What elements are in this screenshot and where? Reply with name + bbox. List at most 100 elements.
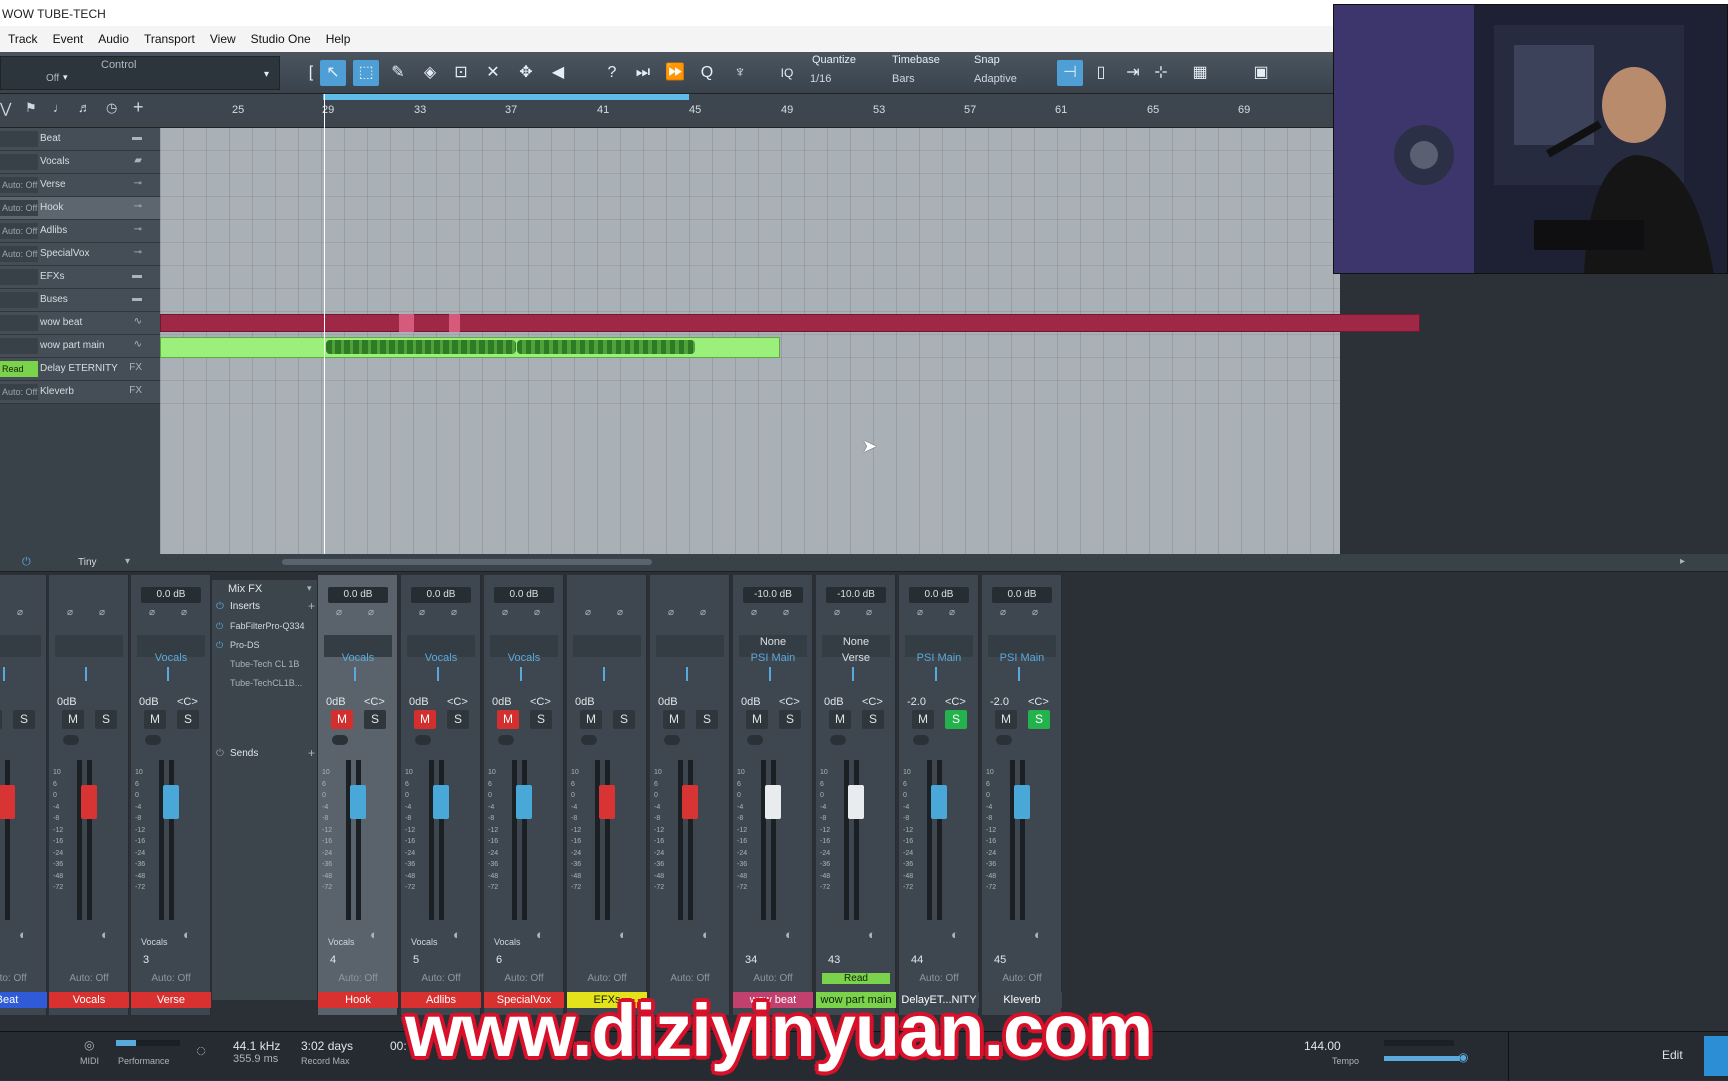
eraser-tool-icon[interactable]: ◈ [417,60,443,86]
automation-mode[interactable]: Auto: Off [733,973,813,984]
input-gain[interactable]: 0.0 dB [494,587,554,603]
solo-button[interactable]: S [447,710,469,729]
phase-icon[interactable]: ⌀ [419,607,425,618]
input-gain[interactable]: 0.0 dB [909,587,969,603]
phase-icon[interactable]: ⌀ [949,607,955,618]
volume-fader[interactable] [0,785,15,819]
window-layout-icon[interactable]: ▣ [1248,60,1274,86]
menu-view[interactable]: View [202,26,243,52]
power-icon[interactable]: ⏻ [216,640,223,651]
track-automation-mode[interactable] [0,131,38,147]
phase-icon[interactable]: ⌀ [99,607,105,618]
solo-button[interactable]: S [177,710,199,729]
insert-slot[interactable]: Tube-TechCL1B... [230,678,302,688]
arrow-tool-icon[interactable]: ↖ [320,60,346,86]
control-box[interactable]: Control Off ▾ ▾ [0,56,280,90]
mute-button[interactable]: M [663,710,685,729]
grid-menu-icon[interactable]: ▦ [1187,60,1213,86]
insert-slot[interactable]: FabFilterPro-Q334 [230,621,305,631]
solo-button[interactable]: S [696,710,718,729]
monitor-toggle[interactable] [664,735,680,745]
volume-fader[interactable] [433,785,449,819]
output-routing[interactable]: Vocals [484,652,564,664]
phase-icon[interactable]: ⌀ [751,607,757,618]
mute-button[interactable]: M [912,710,934,729]
snap-events-icon[interactable]: ▯ [1088,60,1114,86]
volume-fader[interactable] [81,785,97,819]
channel-name[interactable]: Hook [318,992,398,1008]
output-routing[interactable]: Vocals [318,652,398,664]
loop-range[interactable] [323,94,689,100]
output-routing[interactable]: PSI Main [733,652,813,664]
knob-icon[interactable]: ◐ [101,927,109,942]
phase-icon[interactable]: ⌀ [834,607,840,618]
chord-track-icon[interactable]: ♩ [53,100,66,115]
pan-slider[interactable] [437,667,439,681]
volume-readout[interactable]: -2.0 [907,696,926,708]
track-specialvox[interactable]: Auto: Off SpecialVox ⊸ [0,243,160,266]
automation-mode[interactable]: Auto: Off [401,973,481,984]
quantize-select[interactable]: 1/16 [810,73,831,85]
phase-icon[interactable]: ⌀ [668,607,674,618]
track-automation-mode[interactable]: Auto: Off [0,177,38,193]
pan-slider[interactable] [852,667,854,681]
mute-button[interactable]: M [0,710,2,729]
pan-slider[interactable] [354,667,356,681]
mute-button[interactable]: M [497,710,519,729]
track-vocals[interactable]: Vocals ▰ [0,151,160,174]
phase-icon[interactable]: ⌀ [502,607,508,618]
channel-name[interactable]: Beat [0,992,47,1008]
track-hook[interactable]: Auto: Off Hook ⊸ [0,197,160,220]
pan-readout[interactable]: <C> [945,696,966,708]
input-routing[interactable]: None [733,636,813,648]
mix-fx-title[interactable]: Mix FX [228,583,262,595]
pan-readout[interactable]: <C> [1028,696,1049,708]
phase-icon[interactable]: ⌀ [149,607,155,618]
metronome-icon[interactable]: ♆ [727,60,753,86]
input-gain[interactable]: 0.0 dB [328,587,388,603]
skip-forward-icon[interactable]: ⏭ [630,60,656,86]
output-routing[interactable]: Verse [816,652,896,664]
volume-readout[interactable]: 0dB [658,696,678,708]
insert-slot[interactable]: Pro-DS [230,640,260,650]
track-automation-mode[interactable]: Auto: Off [0,246,38,262]
knob-icon[interactable]: ◐ [1034,927,1042,942]
pan-slider[interactable] [3,667,5,681]
track-efxs[interactable]: EFXs ▬ [0,266,160,289]
knob-icon[interactable]: ◐ [951,927,959,942]
automation-mode[interactable]: Auto: Off [318,973,398,984]
track-automation-mode[interactable] [0,292,38,308]
volume-fader[interactable] [765,785,781,819]
volume-readout[interactable]: 0dB [575,696,595,708]
range-tool-icon[interactable]: ⬚ [353,60,379,86]
track-wow-part-main[interactable]: wow part main ∿ [0,335,160,358]
phase-icon[interactable]: ⌀ [700,607,706,618]
solo-button[interactable]: S [779,710,801,729]
scroll-right-icon[interactable]: ▸ [1680,556,1685,567]
track-buses[interactable]: Buses ▬ [0,289,160,312]
volume-readout[interactable]: 0dB [824,696,844,708]
automation-mode[interactable]: Auto: Off [899,973,979,984]
solo-button[interactable]: S [1028,710,1050,729]
output-routing[interactable]: Vocals [131,652,211,664]
power-icon[interactable]: ⏻ [216,748,224,759]
toggle-icon[interactable]: ◉ [1458,1050,1468,1064]
phase-icon[interactable]: ⌀ [1032,607,1038,618]
menu-transport[interactable]: Transport [136,26,202,52]
knob-icon[interactable]: ◐ [702,927,710,942]
volume-fader[interactable] [163,785,179,819]
phase-icon[interactable]: ⌀ [617,607,623,618]
monitor-toggle[interactable] [581,735,597,745]
cursor-follow-icon[interactable]: ⊹ [1148,60,1174,86]
mute-button[interactable]: M [62,710,84,729]
mute-button[interactable]: M [144,710,166,729]
solo-button[interactable]: S [613,710,635,729]
input-routing[interactable]: None [816,636,896,648]
menu-audio[interactable]: Audio [90,26,136,52]
automation-icon[interactable]: ⋁ [0,100,11,117]
snap-select[interactable]: Adaptive [974,73,1017,85]
arranger-icon[interactable]: ♬ [78,100,91,115]
volume-readout[interactable]: 0dB [57,696,77,708]
mute-tool-icon[interactable]: ✕ [480,60,506,86]
phase-icon[interactable]: ⌀ [1000,607,1006,618]
